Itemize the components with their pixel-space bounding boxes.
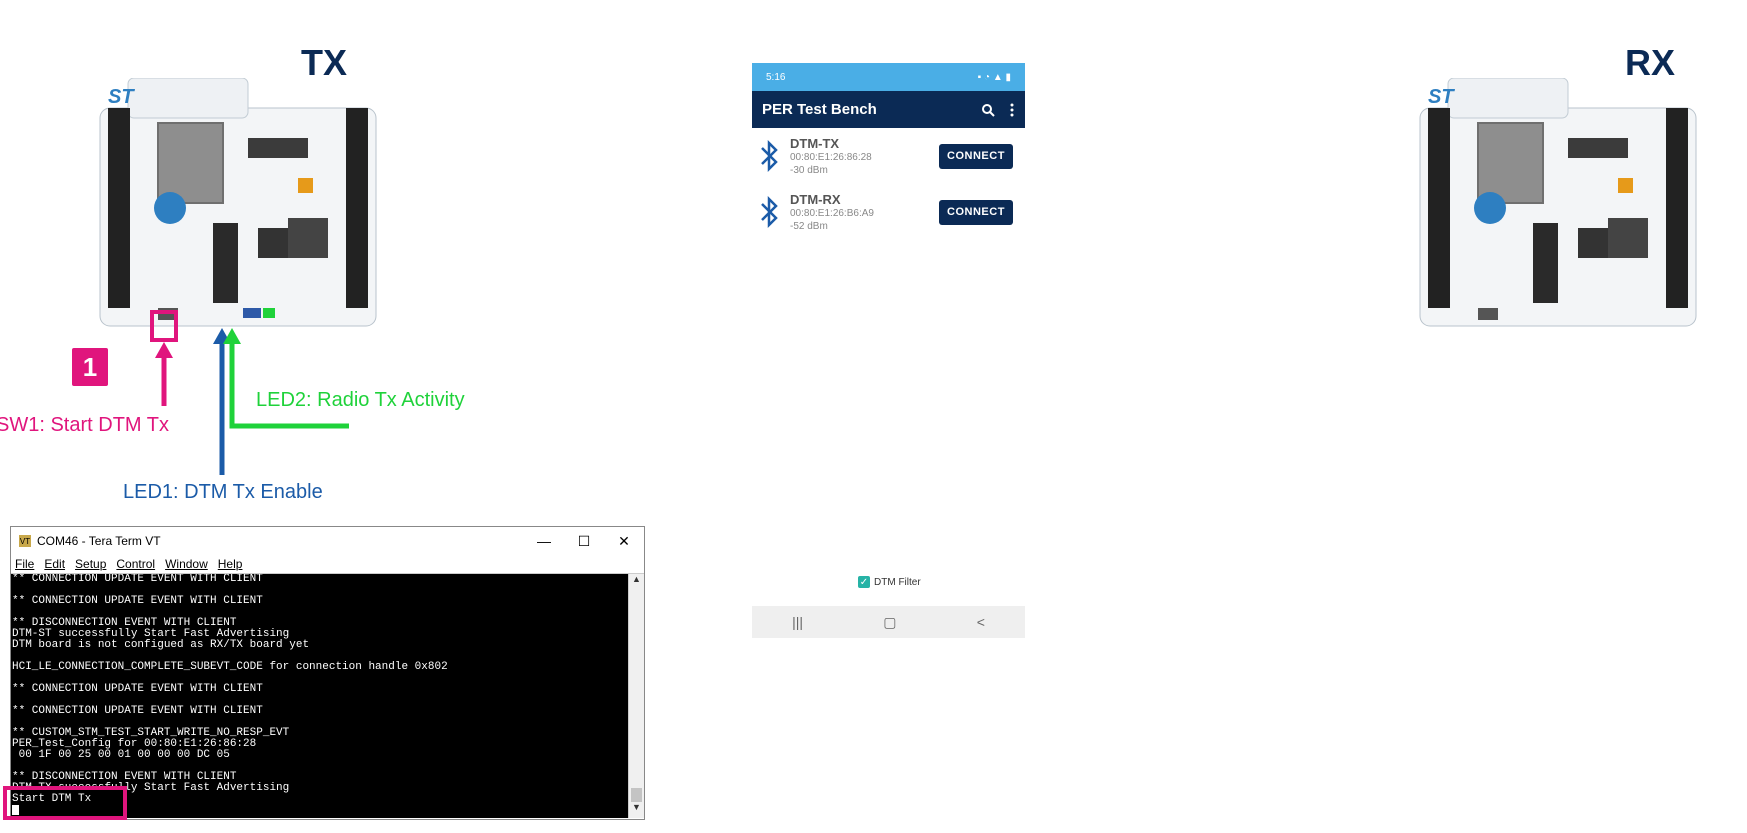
start-dtm-tx-highlight-box (3, 786, 127, 820)
terminal-line: HCI_LE_CONNECTION_COMPLETE_SUBEVT_CODE f… (12, 661, 448, 673)
device-list-item[interactable]: DTM-RX 00:80:E1:26:B6:A9 -52 dBm CONNECT (752, 184, 1025, 240)
tera-term-window: VT COM46 - Tera Term VT — ☐ ✕ File Edit … (10, 526, 645, 820)
rx-nucleo-board-image: ST (1419, 78, 1697, 327)
search-icon[interactable] (981, 103, 995, 117)
device-address: 00:80:E1:26:86:28 (790, 151, 872, 163)
menu-control[interactable]: Control (116, 557, 155, 571)
step-number-badge: 1 (72, 348, 108, 386)
back-button[interactable]: < (977, 614, 985, 630)
app-title: PER Test Bench (762, 101, 877, 118)
terminal-scrollbar[interactable]: ▲ ▼ (628, 574, 644, 818)
tx-nucleo-board-image: ST (99, 78, 377, 327)
scroll-down-arrow-icon[interactable]: ▼ (629, 802, 644, 818)
tera-term-app-icon: VT (19, 535, 31, 547)
phone-app-screen: 5:16 ▪ ◔ ▲ ▮ PER Test Bench DTM-TX 00:80… (752, 63, 1025, 240)
status-time: 5:16 (766, 71, 786, 83)
scroll-thumb[interactable] (631, 788, 642, 802)
dtm-filter-label: DTM Filter (874, 576, 921, 588)
terminal-line: 00 1F 00 25 00 01 00 00 00 DC 05 (12, 749, 230, 761)
home-button[interactable]: ▢ (883, 614, 896, 631)
led1-label: LED1: DTM Tx Enable (123, 481, 323, 503)
menu-help[interactable]: Help (218, 557, 243, 571)
app-bar: PER Test Bench (752, 91, 1025, 128)
sw1-label: SW1: Start DTM Tx (0, 414, 169, 436)
maximize-button[interactable]: ☐ (564, 533, 604, 550)
svg-text:ST: ST (108, 86, 135, 108)
terminal-line: ** CONNECTION UPDATE EVENT WITH CLIENT (12, 683, 263, 695)
menu-bar: File Edit Setup Control Window Help (11, 555, 644, 574)
connect-button-dtm-tx[interactable]: CONNECT (939, 143, 1013, 169)
window-title: COM46 - Tera Term VT (37, 534, 161, 548)
menu-window[interactable]: Window (165, 557, 208, 571)
phone-status-bar: 5:16 ▪ ◔ ▲ ▮ (752, 63, 1025, 91)
device-rssi: -52 dBm (790, 220, 828, 232)
terminal-line: ** CONNECTION UPDATE EVENT WITH CLIENT (12, 595, 263, 607)
terminal-line: ** CONNECTION UPDATE EVENT WITH CLIENT (12, 574, 263, 585)
bluetooth-icon (761, 139, 778, 173)
window-title-bar: VT COM46 - Tera Term VT — ☐ ✕ (11, 527, 644, 555)
minimize-button[interactable]: — (524, 533, 564, 549)
close-button[interactable]: ✕ (604, 533, 644, 550)
device-list-item[interactable]: DTM-TX 00:80:E1:26:86:28 -30 dBm CONNECT (752, 128, 1025, 184)
checkbox-checked-icon[interactable]: ✓ (858, 576, 870, 588)
more-options-icon[interactable] (1009, 103, 1015, 117)
terminal-line: ** CONNECTION UPDATE EVENT WITH CLIENT (12, 705, 263, 717)
terminal-output[interactable]: ** CONNECTION UPDATE EVENT WITH CLIENT *… (11, 574, 629, 818)
device-name: DTM-TX (790, 135, 840, 151)
menu-edit[interactable]: Edit (44, 557, 65, 571)
sw1-highlight-box (150, 310, 178, 342)
recent-apps-button[interactable]: ||| (792, 614, 803, 630)
android-nav-bar: ||| ▢ < (752, 606, 1025, 638)
menu-setup[interactable]: Setup (75, 557, 106, 571)
scroll-up-arrow-icon[interactable]: ▲ (629, 574, 644, 590)
led2-label: LED2: Radio Tx Activity (256, 389, 465, 411)
menu-file[interactable]: File (15, 557, 34, 571)
connect-button-dtm-rx[interactable]: CONNECT (939, 199, 1013, 225)
device-name: DTM-RX (790, 191, 841, 207)
status-icons: ▪ ◔ ▲ ▮ (977, 71, 1011, 83)
device-address: 00:80:E1:26:B6:A9 (790, 207, 874, 219)
device-rssi: -30 dBm (790, 164, 828, 176)
bluetooth-icon (761, 195, 778, 229)
svg-text:ST: ST (1428, 86, 1455, 108)
terminal-line: DTM board is not configued as RX/TX boar… (12, 639, 310, 651)
dtm-filter-checkbox[interactable]: ✓ DTM Filter (858, 576, 921, 588)
